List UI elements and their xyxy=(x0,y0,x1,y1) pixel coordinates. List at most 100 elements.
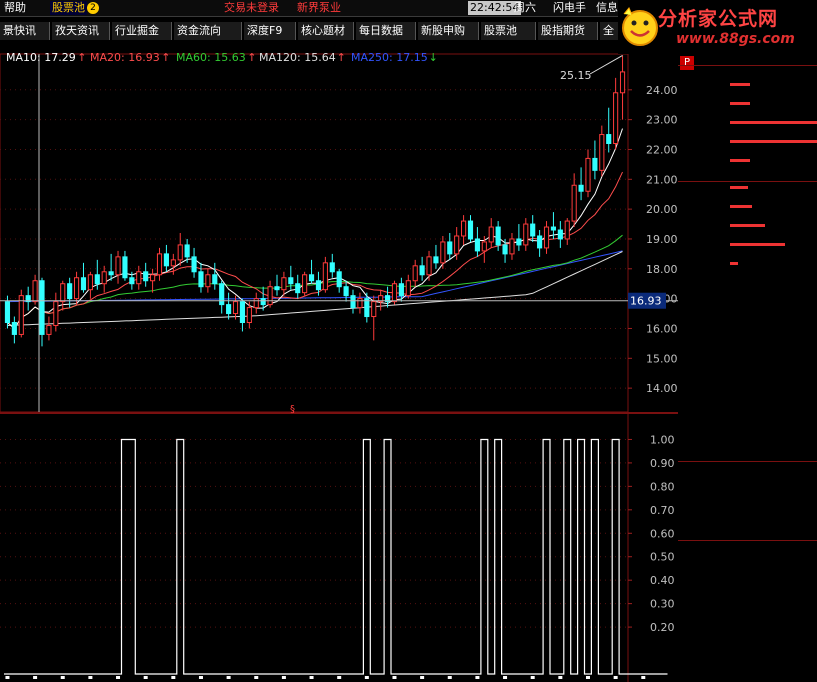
candle xyxy=(440,235,446,269)
candle-body xyxy=(226,304,232,315)
candle xyxy=(606,107,612,153)
candle xyxy=(253,292,259,314)
candle-body xyxy=(619,71,626,94)
price-axis-label: 20.00 xyxy=(646,203,678,216)
candle-body xyxy=(87,274,93,291)
ind-axis-label: 0.60 xyxy=(650,527,675,540)
candle-body xyxy=(537,235,543,249)
candle xyxy=(80,262,87,293)
candle-body xyxy=(315,280,322,291)
ind-axis-label: 0.20 xyxy=(650,621,675,634)
indicator-dot xyxy=(420,676,425,679)
indicator-dot xyxy=(116,676,121,679)
candle xyxy=(509,233,515,260)
ind-axis-label: 0.90 xyxy=(650,457,675,470)
candle xyxy=(564,218,570,245)
candle-body xyxy=(571,184,577,222)
candle-body xyxy=(136,271,142,285)
candle-body xyxy=(467,220,474,240)
candle-body xyxy=(613,92,619,144)
toolbar-button-1[interactable]: 孜天资讯 xyxy=(52,22,110,40)
toolbar-button-2[interactable]: 行业掘金 xyxy=(112,22,172,40)
candle xyxy=(523,218,529,251)
quote-row xyxy=(678,443,817,462)
ind-axis-label: 1.00 xyxy=(650,433,675,446)
candle-body xyxy=(101,271,107,285)
ask-level xyxy=(678,101,817,120)
candle-body xyxy=(343,286,349,297)
title-bar: 帮助 股票池 2 交易未登录 新界泵业 22:42:54 周六 闪电手 信息 xyxy=(0,0,620,17)
candle-body xyxy=(426,256,432,276)
bid-volume-bar xyxy=(730,205,752,208)
weekday: 周六 xyxy=(514,1,536,14)
bid-level xyxy=(678,242,817,261)
menu-flash-trade[interactable]: 闪电手 xyxy=(553,1,586,15)
kline-chart[interactable]: 24.0023.0022.0021.0020.0019.0018.0017.00… xyxy=(0,0,678,682)
candle-body xyxy=(232,301,239,315)
candle-body xyxy=(412,265,418,282)
candle xyxy=(39,277,45,347)
toolbar-button-3[interactable]: 资金流向 xyxy=(174,22,242,40)
candle-body xyxy=(191,256,197,273)
bid-volume-bar xyxy=(730,262,738,265)
menu-info[interactable]: 信息 xyxy=(596,1,618,15)
ind-axis-label: 0.40 xyxy=(650,574,675,587)
quote-row xyxy=(678,291,817,310)
candle xyxy=(205,268,211,293)
toolbar-button-7[interactable]: 新股申购 xyxy=(418,22,479,40)
book-divider xyxy=(678,181,817,182)
ma-legend-ma250: MA250: 17.15 xyxy=(351,51,428,64)
candle xyxy=(302,271,308,296)
toolbar-button-5[interactable]: 核心题材 xyxy=(298,22,354,40)
candle xyxy=(267,280,273,308)
site-logo: 分析家公式网 www.88gs.com xyxy=(618,0,817,54)
toolbar-button-10[interactable]: 全 xyxy=(600,22,620,40)
candle-body xyxy=(32,280,38,303)
candle-body xyxy=(163,253,169,267)
indicator-dot xyxy=(641,676,646,679)
login-status[interactable]: 交易未登录 xyxy=(224,1,279,15)
candle xyxy=(619,55,626,120)
function-toolbar: 景快讯 孜天资讯 行业掘金 资金流向 深度F9 核心题材 每日数据 新股申购 股票池 股指期货全 xyxy=(0,21,620,41)
trading-app: 24.0023.0022.0021.0020.0019.0018.0017.00… xyxy=(0,0,817,682)
toolbar-button-8[interactable]: 股票池 xyxy=(481,22,536,40)
candle-body xyxy=(170,259,176,267)
indicator-dot xyxy=(503,676,508,679)
toolbar-button-6[interactable]: 每日数据 xyxy=(356,22,416,40)
candle xyxy=(461,215,467,245)
candle-body xyxy=(46,324,52,335)
toolbar-button-4[interactable]: 深度F9 xyxy=(244,22,296,40)
menu-stock-pool[interactable]: 股票池 xyxy=(50,1,87,15)
menu-help[interactable]: 帮助 xyxy=(4,1,26,15)
logo-url[interactable]: www.88gs.com xyxy=(676,31,795,47)
candle-body xyxy=(260,298,266,306)
candle-body xyxy=(322,262,328,291)
candle xyxy=(11,316,17,344)
tick-row xyxy=(678,542,817,561)
toolbar-button-9[interactable]: 股指期货 xyxy=(538,22,598,40)
indicator-dot xyxy=(309,676,314,679)
candle-body xyxy=(80,277,87,291)
candle xyxy=(219,280,225,314)
candle xyxy=(18,289,24,338)
ma-legend-arrow: ↑ xyxy=(247,51,256,64)
candle-body xyxy=(336,271,342,288)
candle xyxy=(315,271,322,296)
candle xyxy=(281,271,287,296)
bid-level xyxy=(678,261,817,280)
bid-level xyxy=(678,204,817,223)
candle xyxy=(350,289,356,314)
candle xyxy=(412,259,418,287)
candle-body xyxy=(419,265,425,276)
indicator-dot xyxy=(281,676,286,679)
high-pointer xyxy=(589,55,623,75)
candle xyxy=(343,280,349,302)
toolbar-button-0[interactable]: 景快讯 xyxy=(0,22,50,40)
candle-body xyxy=(371,301,377,318)
candle-body xyxy=(274,286,280,291)
candle xyxy=(308,259,315,284)
ma-legend-ma20: MA20: 16.93 xyxy=(90,51,160,64)
candle xyxy=(329,253,335,278)
ask-volume-bar xyxy=(730,121,817,124)
candle xyxy=(274,274,280,296)
